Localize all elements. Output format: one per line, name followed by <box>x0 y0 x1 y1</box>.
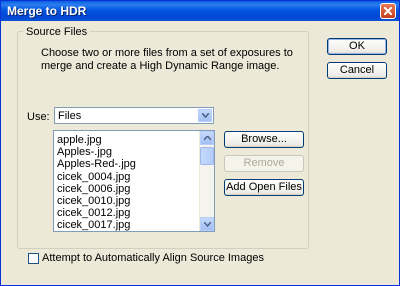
scroll-thumb[interactable] <box>200 147 214 165</box>
add-open-files-button[interactable]: Add Open Files <box>224 179 304 196</box>
list-item[interactable]: Apples-.jpg <box>57 146 112 159</box>
source-files-list[interactable]: apple.jpg Apples-.jpg Apples-Red-.jpg cicek… <box>53 130 215 232</box>
list-item[interactable]: cicek_0017.jpg <box>57 219 130 231</box>
align-images-checkbox[interactable] <box>28 253 39 264</box>
close-button[interactable] <box>380 3 396 19</box>
list-item[interactable]: cicek_0010.jpg <box>57 195 130 208</box>
use-select-dropdown-button[interactable] <box>198 109 212 122</box>
source-files-label: Source Files <box>23 26 91 38</box>
merge-to-hdr-dialog: Merge to HDR Source Files Choose two or … <box>0 0 400 286</box>
list-item[interactable]: cicek_0006.jpg <box>57 183 130 196</box>
title-bar[interactable]: Merge to HDR <box>1 1 399 21</box>
dialog-title: Merge to HDR <box>7 4 87 18</box>
cancel-button[interactable]: Cancel <box>327 62 387 79</box>
close-icon <box>384 7 392 15</box>
list-item[interactable]: cicek_0012.jpg <box>57 207 130 220</box>
remove-button[interactable]: Remove <box>224 155 304 172</box>
list-scrollbar[interactable] <box>199 131 214 231</box>
use-label: Use: <box>27 111 50 123</box>
browse-button[interactable]: Browse... <box>224 131 304 148</box>
ok-button[interactable]: OK <box>327 38 387 55</box>
source-files-description: Choose two or more files from a set of e… <box>41 47 293 72</box>
use-select[interactable]: Files <box>54 107 214 124</box>
align-images-label: Attempt to Automatically Align Source Im… <box>42 252 264 264</box>
chevron-up-icon <box>204 136 211 141</box>
use-select-value: Files <box>58 110 82 122</box>
list-item[interactable]: cicek_0004.jpg <box>57 171 130 184</box>
scroll-up-button[interactable] <box>200 131 214 145</box>
list-item[interactable]: apple.jpg <box>57 134 102 147</box>
list-item[interactable]: Apples-Red-.jpg <box>57 158 136 171</box>
chevron-down-icon <box>204 222 211 227</box>
chevron-down-icon <box>202 113 209 118</box>
scroll-down-button[interactable] <box>200 217 214 231</box>
